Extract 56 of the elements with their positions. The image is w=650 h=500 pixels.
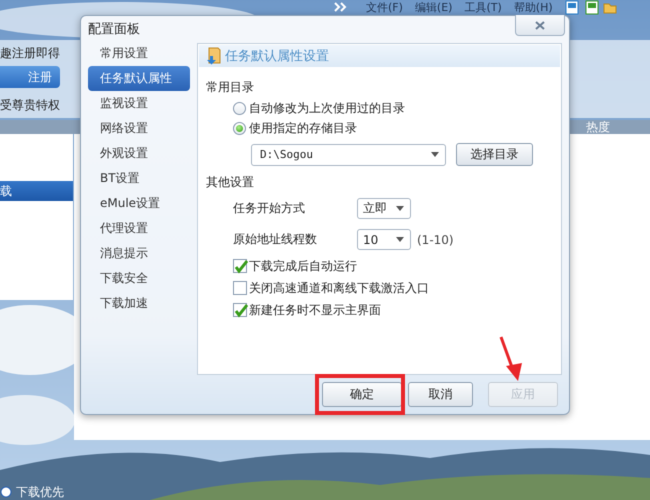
sidebar-item[interactable]: 网络设置 [88,116,190,142]
dropdown-arrow-icon [431,152,439,158]
section-title: 任务默认属性设置 [225,48,329,66]
dropdown-arrow-icon [396,206,404,212]
sidebar-item[interactable]: 下载安全 [88,266,190,292]
checkbox[interactable] [233,281,247,296]
dropdown-value: 10 [363,232,378,247]
sidebar-item[interactable]: 载 [0,181,73,201]
sidebar-item[interactable]: 外观设置 [88,141,190,166]
dialog-button[interactable]: 取消 [408,382,473,408]
sidebar-item[interactable]: 代理设置 [88,216,190,242]
window-title: 配置面板 [87,20,140,39]
dropdown[interactable]: 10 [357,229,411,250]
menu-item[interactable]: 工具(T) [464,0,502,14]
menu-item[interactable]: 帮助(H) [514,0,553,14]
menu-item[interactable]: 编辑(E) [414,0,452,14]
document-download-icon [205,47,221,66]
dropdown-arrow-icon [396,237,404,242]
status-text: 下载优先 [16,485,64,499]
sidebar-item[interactable]: 任务默认属性 [88,66,190,92]
dialog-button[interactable]: 确定 [322,382,402,408]
document-icon [584,0,599,14]
range-hint: (1-10) [417,232,454,247]
field-label: 任务开始方式 [233,200,306,218]
path-dropdown[interactable]: D:\Sogou [251,144,446,166]
path-value: D:\Sogou [260,148,313,162]
menu-item[interactable]: 文件(F) [366,0,403,14]
sidebar-item[interactable]: eMule设置 [88,191,190,216]
radio-label: 自动修改为上次使用过的目录 [249,100,405,117]
checkbox[interactable] [233,259,247,274]
radio-label: 使用指定的存储目录 [249,120,357,137]
sidebar-item[interactable]: 下载加速 [88,291,190,316]
chevrons-icon [334,2,348,12]
browse-button[interactable]: 选择目录 [456,143,533,166]
dropdown-value: 立即 [363,200,387,218]
sidebar-item[interactable]: 监视设置 [88,91,190,116]
privilege-text: 受尊贵特权 [0,97,60,114]
group-heading: 常用目录 [205,78,255,96]
checkbox-label: 下载完成后自动运行 [249,258,357,275]
promo-text: 趣注册即得 [0,45,60,62]
close-icon [535,20,545,30]
sidebar-item[interactable]: 常用设置 [88,41,190,66]
sidebar-item[interactable]: 消息提示 [88,241,190,266]
field-label: 原始地址线程数 [233,231,318,248]
sidebar-item[interactable]: BT设置 [88,166,190,192]
document-icon [564,0,579,14]
group-heading: 其他设置 [205,174,255,191]
close-button[interactable] [515,15,565,36]
register-button[interactable]: 注册 [0,66,60,88]
checkbox[interactable] [233,303,247,318]
dropdown[interactable]: 立即 [357,198,411,220]
checkbox-label: 新建任务时不显示主界面 [249,302,381,319]
column-header: 热度 [586,118,610,136]
radio-button[interactable] [233,122,246,135]
radio-button[interactable] [233,102,246,115]
checkbox-label: 关闭高速通道和离线下载激活入口 [249,280,429,297]
